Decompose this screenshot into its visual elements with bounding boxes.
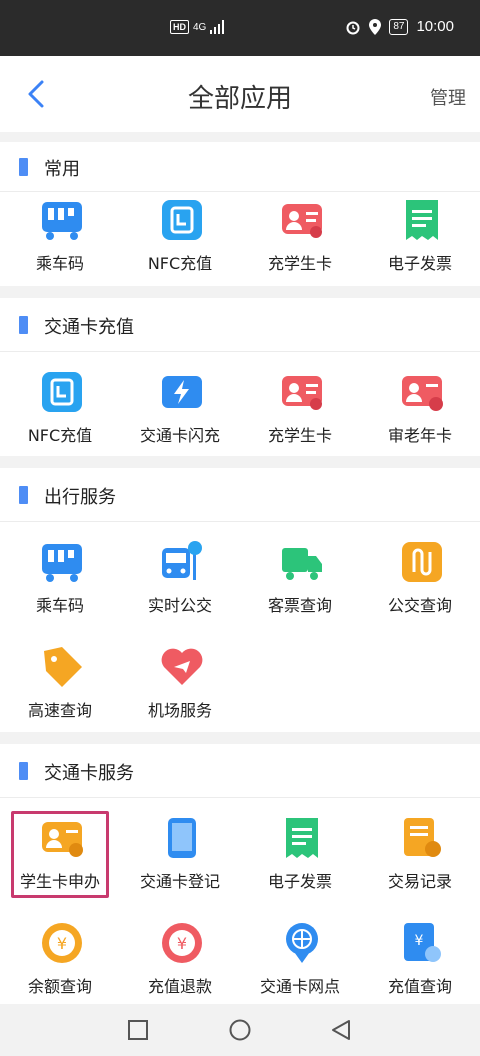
app-bus-query[interactable]: 公交查询 [360,522,480,627]
app-label: 乘车码 [35,254,84,273]
svg-text:¥: ¥ [415,933,424,949]
manage-button[interactable]: 管理 [430,84,466,110]
app-card-outlets[interactable]: 交通卡网点 [240,903,360,1008]
svg-text:¥: ¥ [57,934,67,953]
invoice-icon [286,818,318,858]
app-nfc-recharge[interactable]: NFC充值 [0,352,120,457]
app-ride-code[interactable]: 乘车码 [0,180,120,285]
section-card-services: 交通卡服务 学生卡申办 交通卡登记 电子发票 交易记录 ¥ 余额查询 ¥ 充值退… [0,744,480,1004]
app-nfc-recharge[interactable]: NFC充值 [120,180,240,285]
app-e-invoice[interactable]: 电子发票 [360,180,480,285]
app-label: 公交查询 [387,596,452,615]
bus-icon [162,541,202,580]
svg-text:¥: ¥ [177,934,187,953]
app-label: NFC充值 [27,426,93,445]
student-card-icon [282,376,322,410]
app-label: 实时公交 [147,596,212,615]
phone-icon [168,818,196,858]
system-nav-bar [0,1004,480,1056]
status-bar: HD 4G 87 10:00 [0,0,480,56]
ride-code-icon [42,544,82,582]
back-nav-button[interactable] [330,1019,352,1041]
section-marker [19,486,28,504]
app-label: 乘车码 [35,596,84,615]
app-student-card-apply[interactable]: 学生卡申办 [0,798,120,903]
section-title: 交通卡充值 [44,317,134,338]
app-realtime-bus[interactable]: 实时公交 [120,522,240,627]
app-label: 交通卡闪充 [139,426,220,445]
route-icon [402,542,442,582]
recent-apps-button[interactable] [128,1020,148,1040]
app-label: 余额查询 [27,977,92,996]
lightning-icon [162,376,202,408]
section-marker [19,158,28,176]
student-card-icon [282,204,322,238]
invoice-icon [406,200,438,240]
page-title: 全部应用 [187,84,292,114]
app-e-invoice[interactable]: 电子发票 [240,798,360,903]
app-senior-card-review[interactable]: 审老年卡 [360,352,480,457]
coin-icon: ¥ [42,923,82,963]
app-label: 充学生卡 [267,426,332,445]
app-label: 充学生卡 [267,254,332,273]
location-globe-icon [286,923,318,963]
app-recharge-query[interactable]: ¥ 充值查询 [360,903,480,1008]
battery-icon: 87 [389,18,409,35]
app-label: 客票查询 [267,596,332,615]
senior-card-icon [402,376,443,411]
app-ticket-query[interactable]: 客票查询 [240,522,360,627]
section-common: 常用 乘车码 NFC充值 充学生卡 电子发票 [0,142,480,286]
app-header: 全部应用 管理 [0,56,480,132]
alarm-icon [346,21,360,34]
app-label: NFC充值 [147,254,213,273]
section-marker [19,762,28,780]
truck-icon [282,548,322,580]
app-card-flash-charge[interactable]: 交通卡闪充 [120,352,240,457]
section-title: 常用 [44,159,80,180]
app-transaction-record[interactable]: 交易记录 [360,798,480,903]
section-title: 出行服务 [44,487,116,508]
app-label: 交通卡登记 [139,872,220,891]
search-doc-icon: ¥ [404,923,441,962]
app-recharge-refund[interactable]: ¥ 充值退款 [120,903,240,1008]
tag-icon [44,647,82,687]
app-label: 审老年卡 [387,426,452,445]
ride-code-icon [42,202,82,240]
app-student-card-topup[interactable]: 充学生卡 [240,352,360,457]
app-label: 机场服务 [147,701,212,720]
nfc-icon [162,200,202,240]
section-card-recharge: 交通卡充值 NFC充值 交通卡闪充 充学生卡 审老年卡 [0,298,480,456]
app-label: 交通卡网点 [259,977,340,996]
app-label: 充值退款 [147,977,212,996]
app-airport-service[interactable]: 机场服务 [120,627,240,732]
app-ride-code[interactable]: 乘车码 [0,522,120,627]
location-icon [369,18,382,35]
app-card-register[interactable]: 交通卡登记 [120,798,240,903]
airplane-heart-icon [161,648,203,685]
section-title: 交通卡服务 [44,763,134,784]
signal-type: 4G [193,21,207,33]
app-label: 电子发票 [387,254,452,273]
refund-icon: ¥ [162,923,202,963]
app-balance-query[interactable]: ¥ 余额查询 [0,903,120,1008]
app-label: 充值查询 [387,977,452,996]
clock: 10:00 [416,18,454,35]
home-button[interactable] [229,1019,251,1041]
hd-badge: HD [170,20,189,34]
network-indicator: HD 4G [170,20,226,34]
section-marker [19,316,28,334]
signal-icon [210,20,225,34]
app-student-card-topup[interactable]: 充学生卡 [240,180,360,285]
section-travel-services: 出行服务 乘车码 实时公交 客票查询 公交查询 高速查询 机场服务 [0,468,480,732]
app-label: 高速查询 [27,701,92,720]
app-highway-query[interactable]: 高速查询 [0,627,120,732]
app-label: 交易记录 [387,872,452,891]
student-apply-icon [42,822,83,857]
record-icon [404,818,441,857]
app-label: 学生卡申办 [19,872,100,891]
nfc-icon [42,372,82,412]
app-label: 电子发票 [267,872,332,891]
